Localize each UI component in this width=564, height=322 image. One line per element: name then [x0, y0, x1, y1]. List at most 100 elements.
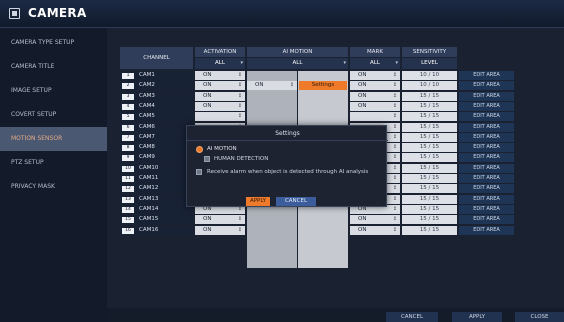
channel-name: CAM7 [139, 134, 155, 140]
edit-area-button[interactable]: EDIT AREA [459, 92, 514, 101]
channel-number-badge: 4 [122, 103, 134, 110]
dialog-apply-button[interactable]: APPLY [246, 197, 270, 206]
sensitivity-level: 15 / 15 [402, 112, 457, 121]
edit-area-button[interactable]: EDIT AREA [459, 123, 514, 132]
updown-arrow-icon: ↕ [237, 103, 242, 109]
edit-area-button[interactable]: EDIT AREA [459, 133, 514, 142]
chevron-down-icon: ▾ [395, 60, 398, 66]
edit-area-button[interactable]: EDIT AREA [459, 102, 514, 111]
activation-select[interactable]: ON ↕ [195, 81, 245, 90]
mark-value: ON [358, 82, 367, 88]
mark-value: ON [358, 227, 367, 233]
apply-button[interactable]: APPLY [452, 312, 502, 322]
ai-motion-radio[interactable] [196, 146, 203, 153]
activation-value: ON [203, 103, 212, 109]
cancel-button[interactable]: CANCEL [386, 312, 438, 322]
receive-alarm-checkbox[interactable] [196, 169, 202, 175]
sidebar: CAMERA TYPE SETUP CAMERA TITLE IMAGE SET… [0, 28, 107, 322]
edit-area-button[interactable]: EDIT AREA [459, 112, 514, 121]
edit-area-button[interactable]: EDIT AREA [459, 215, 514, 224]
table-row-channel: 8 CAM8 [120, 143, 193, 152]
mark-select[interactable]: ON ↕ [350, 226, 400, 235]
sensitivity-level: 15 / 15 [402, 184, 457, 193]
channel-number-badge: 5 [122, 113, 134, 120]
mark-header: MARK [350, 47, 400, 57]
channel-number-badge: 8 [122, 144, 134, 151]
sensitivity-level: 15 / 15 [402, 164, 457, 173]
edit-area-button[interactable]: EDIT AREA [459, 81, 514, 90]
sidebar-item-covert-setup[interactable]: COVERT SETUP [0, 103, 107, 127]
activation-select[interactable]: ON ↕ [195, 102, 245, 111]
edit-area-button[interactable]: EDIT AREA [459, 164, 514, 173]
channel-number-badge: 12 [122, 185, 134, 192]
updown-arrow-icon: ↕ [392, 175, 397, 181]
dialog-cancel-button[interactable]: CANCEL [276, 197, 316, 206]
table-row-channel: 11 CAM11 [120, 174, 193, 183]
edit-area-button[interactable]: EDIT AREA [459, 205, 514, 214]
activation-select[interactable]: ON ↕ [195, 92, 245, 101]
mark-all-select[interactable]: ALL ▾ [350, 58, 400, 69]
divider [187, 140, 388, 141]
mark-select[interactable]: ON ↕ [350, 215, 400, 224]
updown-arrow-icon: ↕ [289, 82, 294, 88]
sidebar-item-privacy-mask[interactable]: PRIVACY MASK [0, 175, 107, 199]
sensitivity-header: SENSITIVITY [402, 47, 457, 57]
edit-area-button[interactable]: EDIT AREA [459, 226, 514, 235]
top-bar: CAMERA [0, 0, 564, 28]
channel-name: CAM15 [139, 216, 159, 222]
edit-area-button[interactable]: EDIT AREA [459, 184, 514, 193]
channel-number-badge: 7 [122, 134, 134, 141]
channel-number-badge: 14 [122, 206, 134, 213]
mark-select[interactable]: ON ↕ [350, 81, 400, 90]
human-detection-checkbox[interactable] [204, 156, 210, 162]
ai-settings-button[interactable]: Settings [299, 81, 347, 90]
chevron-down-icon: ▾ [240, 60, 243, 66]
activation-select[interactable]: ON ↕ [195, 71, 245, 80]
sensitivity-level: 15 / 15 [402, 133, 457, 142]
activation-all-select[interactable]: ALL ▾ [195, 58, 245, 69]
activation-select[interactable]: ON ↕ [195, 226, 245, 235]
updown-arrow-icon: ↕ [392, 185, 397, 191]
edit-area-button[interactable]: EDIT AREA [459, 195, 514, 204]
close-button[interactable]: CLOSE [515, 312, 564, 322]
sidebar-item-camera-title[interactable]: CAMERA TITLE [0, 55, 107, 79]
updown-arrow-icon: ↕ [237, 93, 242, 99]
updown-arrow-icon: ↕ [392, 113, 397, 119]
ai-motion-value: ON [255, 82, 264, 88]
sensitivity-level: 15 / 15 [402, 205, 457, 214]
sensitivity-level: 15 / 15 [402, 143, 457, 152]
mark-value: ON [358, 216, 367, 222]
mark-select[interactable]: ON ↕ [350, 102, 400, 111]
ai-motion-all-select[interactable]: ALL ▾ [247, 58, 348, 69]
updown-arrow-icon: ↕ [392, 93, 397, 99]
activation-select[interactable]: ↕ [195, 112, 245, 121]
mark-value: ON [358, 72, 367, 78]
channel-name: CAM3 [139, 93, 155, 99]
activation-value: ON [203, 82, 212, 88]
sidebar-item-motion-sensor[interactable]: MOTION SENSOR [0, 127, 107, 151]
edit-area-button[interactable]: EDIT AREA [459, 143, 514, 152]
human-detection-label: HUMAN DETECTION [214, 156, 269, 162]
edit-area-button[interactable]: EDIT AREA [459, 71, 514, 80]
updown-arrow-icon: ↕ [392, 82, 397, 88]
activation-select[interactable]: ON ↕ [195, 215, 245, 224]
mark-select[interactable]: ON ↕ [350, 92, 400, 101]
edit-area-button[interactable]: EDIT AREA [459, 153, 514, 162]
edit-area-button[interactable]: EDIT AREA [459, 174, 514, 183]
settings-dialog: Settings AI MOTION HUMAN DETECTION Recei… [186, 125, 388, 207]
chevron-down-icon: ▾ [343, 60, 346, 66]
sidebar-item-image-setup[interactable]: IMAGE SETUP [0, 79, 107, 103]
channel-number-badge: 3 [122, 93, 134, 100]
ai-motion-select[interactable]: ON ↕ [247, 81, 297, 90]
sidebar-item-camera-type-setup[interactable]: CAMERA TYPE SETUP [0, 31, 107, 55]
updown-arrow-icon: ↕ [392, 103, 397, 109]
table-row-channel: 14 CAM14 [120, 205, 193, 214]
sensitivity-level: 15 / 15 [402, 226, 457, 235]
table-row-channel: 7 CAM7 [120, 133, 193, 142]
mark-select[interactable]: ON ↕ [350, 71, 400, 80]
updown-arrow-icon: ↕ [237, 82, 242, 88]
mark-select[interactable]: ↕ [350, 112, 400, 121]
channel-name: CAM13 [139, 196, 159, 202]
updown-arrow-icon: ↕ [392, 72, 397, 78]
sidebar-item-ptz-setup[interactable]: PTZ SETUP [0, 151, 107, 175]
